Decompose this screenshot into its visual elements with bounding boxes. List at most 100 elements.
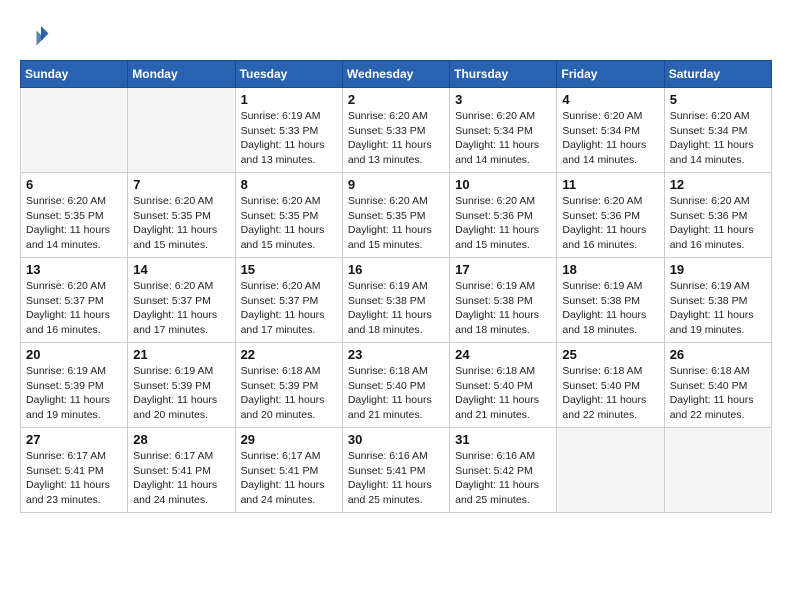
day-detail: Sunrise: 6:20 AMSunset: 5:35 PMDaylight:… xyxy=(26,194,122,253)
calendar-cell: 5 Sunrise: 6:20 AMSunset: 5:34 PMDaylight… xyxy=(664,88,771,173)
calendar-cell: 13 Sunrise: 6:20 AMSunset: 5:37 PMDayligh… xyxy=(21,258,128,343)
day-detail: Sunrise: 6:20 AMSunset: 5:34 PMDaylight:… xyxy=(670,109,766,168)
calendar-cell: 1 Sunrise: 6:19 AMSunset: 5:33 PMDaylight… xyxy=(235,88,342,173)
day-number: 24 xyxy=(455,347,551,362)
day-number: 15 xyxy=(241,262,337,277)
day-number: 23 xyxy=(348,347,444,362)
day-detail: Sunrise: 6:17 AMSunset: 5:41 PMDaylight:… xyxy=(133,449,229,508)
day-detail: Sunrise: 6:19 AMSunset: 5:33 PMDaylight:… xyxy=(241,109,337,168)
day-detail: Sunrise: 6:19 AMSunset: 5:38 PMDaylight:… xyxy=(348,279,444,338)
day-detail: Sunrise: 6:18 AMSunset: 5:40 PMDaylight:… xyxy=(670,364,766,423)
day-detail: Sunrise: 6:20 AMSunset: 5:36 PMDaylight:… xyxy=(455,194,551,253)
day-number: 31 xyxy=(455,432,551,447)
calendar-cell: 16 Sunrise: 6:19 AMSunset: 5:38 PMDayligh… xyxy=(342,258,449,343)
day-number: 18 xyxy=(562,262,658,277)
day-detail: Sunrise: 6:20 AMSunset: 5:36 PMDaylight:… xyxy=(670,194,766,253)
calendar-cell: 28Sunrise: 6:17 AMSunset: 5:41 PMDayligh… xyxy=(128,428,235,513)
calendar-cell: 31 Sunrise: 6:16 AMSunset: 5:42 PMDayligh… xyxy=(450,428,557,513)
calendar-cell: 30 Sunrise: 6:16 AMSunset: 5:41 PMDayligh… xyxy=(342,428,449,513)
day-detail: Sunrise: 6:20 AMSunset: 5:37 PMDaylight:… xyxy=(26,279,122,338)
calendar-cell: 21 Sunrise: 6:19 AMSunset: 5:39 PMDayligh… xyxy=(128,343,235,428)
day-detail: Sunrise: 6:19 AMSunset: 5:38 PMDaylight:… xyxy=(562,279,658,338)
day-number: 30 xyxy=(348,432,444,447)
day-number: 3 xyxy=(455,92,551,107)
day-number: 8 xyxy=(241,177,337,192)
calendar-cell: 20 Sunrise: 6:19 AMSunset: 5:39 PMDayligh… xyxy=(21,343,128,428)
day-number: 11 xyxy=(562,177,658,192)
day-detail: Sunrise: 6:18 AMSunset: 5:40 PMDaylight:… xyxy=(348,364,444,423)
day-detail: Sunrise: 6:18 AMSunset: 5:40 PMDaylight:… xyxy=(562,364,658,423)
calendar-cell: 12 Sunrise: 6:20 AMSunset: 5:36 PMDayligh… xyxy=(664,173,771,258)
calendar-header-row: SundayMondayTuesdayWednesdayThursdayFrid… xyxy=(21,61,772,88)
day-number: 2 xyxy=(348,92,444,107)
day-header-wednesday: Wednesday xyxy=(342,61,449,88)
calendar-cell: 3 Sunrise: 6:20 AMSunset: 5:34 PMDaylight… xyxy=(450,88,557,173)
logo xyxy=(20,20,54,50)
calendar-cell: 18 Sunrise: 6:19 AMSunset: 5:38 PMDayligh… xyxy=(557,258,664,343)
day-number: 26 xyxy=(670,347,766,362)
calendar-cell xyxy=(128,88,235,173)
calendar-cell: 9 Sunrise: 6:20 AMSunset: 5:35 PMDaylight… xyxy=(342,173,449,258)
page-header xyxy=(20,20,772,50)
day-detail: Sunrise: 6:16 AMSunset: 5:41 PMDaylight:… xyxy=(348,449,444,508)
day-detail: Sunrise: 6:20 AMSunset: 5:34 PMDaylight:… xyxy=(455,109,551,168)
day-detail: Sunrise: 6:18 AMSunset: 5:40 PMDaylight:… xyxy=(455,364,551,423)
calendar-cell: 4Sunrise: 6:20 AMSunset: 5:34 PMDaylight… xyxy=(557,88,664,173)
week-row-3: 13 Sunrise: 6:20 AMSunset: 5:37 PMDayligh… xyxy=(21,258,772,343)
day-detail: Sunrise: 6:17 AMSunset: 5:41 PMDaylight:… xyxy=(26,449,122,508)
week-row-5: 27Sunrise: 6:17 AMSunset: 5:41 PMDayligh… xyxy=(21,428,772,513)
calendar-cell xyxy=(664,428,771,513)
day-detail: Sunrise: 6:19 AMSunset: 5:39 PMDaylight:… xyxy=(133,364,229,423)
calendar-cell: 25Sunrise: 6:18 AMSunset: 5:40 PMDayligh… xyxy=(557,343,664,428)
calendar-cell: 23 Sunrise: 6:18 AMSunset: 5:40 PMDayligh… xyxy=(342,343,449,428)
day-header-tuesday: Tuesday xyxy=(235,61,342,88)
day-detail: Sunrise: 6:18 AMSunset: 5:39 PMDaylight:… xyxy=(241,364,337,423)
day-number: 14 xyxy=(133,262,229,277)
calendar-cell: 8Sunrise: 6:20 AMSunset: 5:35 PMDaylight… xyxy=(235,173,342,258)
day-detail: Sunrise: 6:20 AMSunset: 5:37 PMDaylight:… xyxy=(133,279,229,338)
week-row-4: 20 Sunrise: 6:19 AMSunset: 5:39 PMDayligh… xyxy=(21,343,772,428)
day-detail: Sunrise: 6:19 AMSunset: 5:39 PMDaylight:… xyxy=(26,364,122,423)
week-row-1: 1 Sunrise: 6:19 AMSunset: 5:33 PMDaylight… xyxy=(21,88,772,173)
day-number: 29 xyxy=(241,432,337,447)
day-detail: Sunrise: 6:16 AMSunset: 5:42 PMDaylight:… xyxy=(455,449,551,508)
calendar-cell: 26 Sunrise: 6:18 AMSunset: 5:40 PMDayligh… xyxy=(664,343,771,428)
day-header-monday: Monday xyxy=(128,61,235,88)
calendar-cell: 7 Sunrise: 6:20 AMSunset: 5:35 PMDaylight… xyxy=(128,173,235,258)
day-detail: Sunrise: 6:20 AMSunset: 5:35 PMDaylight:… xyxy=(348,194,444,253)
day-number: 4 xyxy=(562,92,658,107)
day-header-sunday: Sunday xyxy=(21,61,128,88)
calendar-cell: 19Sunrise: 6:19 AMSunset: 5:38 PMDayligh… xyxy=(664,258,771,343)
day-number: 21 xyxy=(133,347,229,362)
day-detail: Sunrise: 6:20 AMSunset: 5:35 PMDaylight:… xyxy=(133,194,229,253)
day-detail: Sunrise: 6:19 AMSunset: 5:38 PMDaylight:… xyxy=(455,279,551,338)
day-number: 16 xyxy=(348,262,444,277)
calendar-cell: 11 Sunrise: 6:20 AMSunset: 5:36 PMDayligh… xyxy=(557,173,664,258)
logo-icon xyxy=(20,20,50,50)
day-number: 12 xyxy=(670,177,766,192)
calendar-cell: 15 Sunrise: 6:20 AMSunset: 5:37 PMDayligh… xyxy=(235,258,342,343)
day-detail: Sunrise: 6:20 AMSunset: 5:36 PMDaylight:… xyxy=(562,194,658,253)
day-number: 7 xyxy=(133,177,229,192)
day-number: 22 xyxy=(241,347,337,362)
calendar-cell: 17 Sunrise: 6:19 AMSunset: 5:38 PMDayligh… xyxy=(450,258,557,343)
calendar-cell: 2 Sunrise: 6:20 AMSunset: 5:33 PMDaylight… xyxy=(342,88,449,173)
day-detail: Sunrise: 6:20 AMSunset: 5:33 PMDaylight:… xyxy=(348,109,444,168)
calendar-cell: 14 Sunrise: 6:20 AMSunset: 5:37 PMDayligh… xyxy=(128,258,235,343)
calendar-cell: 6Sunrise: 6:20 AMSunset: 5:35 PMDaylight… xyxy=(21,173,128,258)
day-detail: Sunrise: 6:20 AMSunset: 5:37 PMDaylight:… xyxy=(241,279,337,338)
day-number: 17 xyxy=(455,262,551,277)
day-number: 20 xyxy=(26,347,122,362)
day-header-thursday: Thursday xyxy=(450,61,557,88)
day-number: 9 xyxy=(348,177,444,192)
day-number: 13 xyxy=(26,262,122,277)
calendar-cell: 24 Sunrise: 6:18 AMSunset: 5:40 PMDayligh… xyxy=(450,343,557,428)
day-header-saturday: Saturday xyxy=(664,61,771,88)
calendar-cell xyxy=(21,88,128,173)
calendar-cell: 29 Sunrise: 6:17 AMSunset: 5:41 PMDayligh… xyxy=(235,428,342,513)
calendar-cell: 27Sunrise: 6:17 AMSunset: 5:41 PMDayligh… xyxy=(21,428,128,513)
day-detail: Sunrise: 6:17 AMSunset: 5:41 PMDaylight:… xyxy=(241,449,337,508)
day-number: 5 xyxy=(670,92,766,107)
calendar-cell xyxy=(557,428,664,513)
day-number: 1 xyxy=(241,92,337,107)
